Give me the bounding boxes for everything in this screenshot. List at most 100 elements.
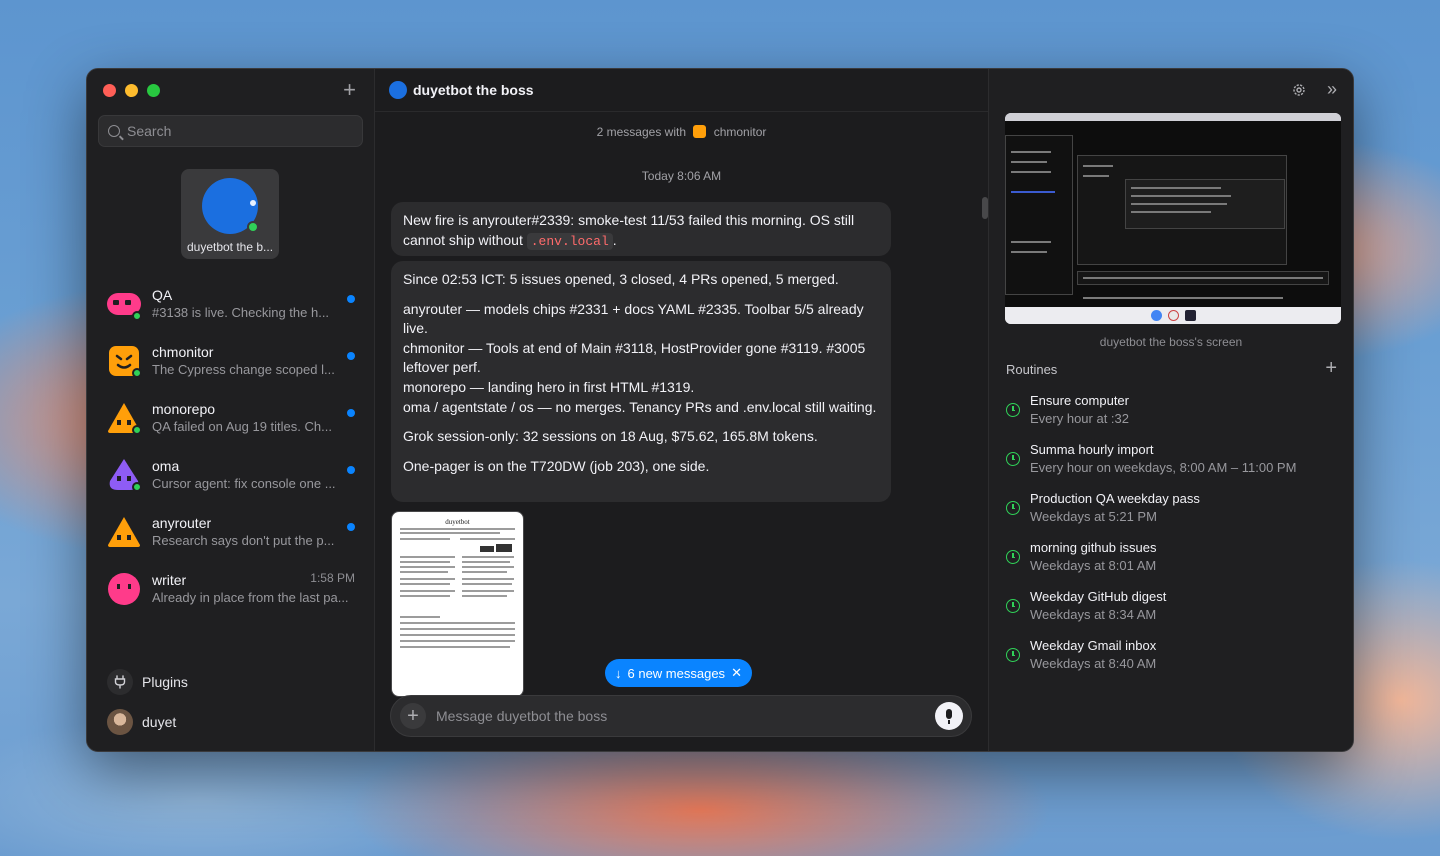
chat-item-writer[interactable]: writer Already in place from the last pa… [87, 560, 375, 617]
chat-timestamp: 1:58 PM [310, 571, 355, 585]
clock-icon [1006, 599, 1020, 613]
message-text: New fire is anyrouter#2339: smoke-test 1… [403, 212, 855, 248]
chat-item-qa[interactable]: QA #3138 is live. Checking the h... [87, 275, 375, 332]
routine-item[interactable]: Summa hourly import Every hour on weekda… [1006, 439, 1336, 479]
add-routine-plus-icon[interactable]: + [1325, 357, 1337, 380]
search-input[interactable] [127, 123, 347, 139]
chat-item-anyrouter[interactable]: anyrouter Research says don't put the p.… [87, 503, 375, 560]
message-bubble: Since 02:53 ICT: 5 issues opened, 3 clos… [391, 261, 891, 502]
meta-contact[interactable]: chmonitor [714, 125, 767, 139]
inline-code: .env.local [526, 232, 613, 250]
routine-title: Weekday Gmail inbox [1030, 638, 1157, 653]
online-indicator [132, 367, 142, 378]
chat-preview: QA failed on Aug 19 titles. Ch... [152, 418, 332, 434]
chmonitor-mini-icon [693, 125, 707, 138]
routine-schedule: Weekdays at 8:34 AM [1030, 607, 1157, 622]
message-line: monorepo — landing hero in first HTML #1… [403, 378, 695, 395]
routine-item[interactable]: Production QA weekday pass Weekdays at 5… [1006, 488, 1336, 528]
plugins-button[interactable]: Plugins [107, 669, 188, 695]
routine-item[interactable]: morning github issues Weekdays at 8:01 A… [1006, 537, 1336, 577]
user-profile-button[interactable]: duyet [107, 709, 176, 735]
routine-title: Weekday GitHub digest [1030, 589, 1167, 604]
routine-item[interactable]: Ensure computer Every hour at :32 [1006, 390, 1336, 430]
message-paragraph: One-pager is on the T720DW (job 203), on… [403, 457, 710, 474]
chat-header: duyetbot the boss [389, 81, 534, 99]
app-window: + duyetbot the b... [86, 68, 1354, 752]
minimize-window-button[interactable] [125, 84, 138, 97]
meta-prefix: 2 messages with [596, 125, 686, 139]
online-indicator [132, 424, 142, 435]
unread-indicator [347, 409, 355, 417]
collapse-panel-chevron-icon[interactable]: » [1327, 80, 1337, 98]
pinned-chat-name: duyetbot the b... [186, 240, 274, 254]
chmonitor-avatar-icon [106, 343, 142, 379]
routine-title: Summa hourly import [1030, 442, 1154, 457]
window-controls [103, 84, 160, 97]
routine-schedule: Weekdays at 8:40 AM [1030, 656, 1157, 671]
unread-indicator [347, 466, 355, 474]
plugins-label: Plugins [142, 674, 188, 690]
details-panel: » duyetbot the boss's screen Routines + … [989, 69, 1353, 751]
routine-title: Ensure computer [1030, 393, 1129, 408]
avatar [389, 81, 407, 99]
message-paragraph: Grok session-only: 32 sessions on 18 Aug… [403, 428, 818, 445]
message-input[interactable] [436, 708, 935, 724]
user-name: duyet [142, 714, 177, 730]
chat-name: chmonitor [152, 343, 214, 360]
routine-item[interactable]: Weekday GitHub digest Weekdays at 8:34 A… [1006, 586, 1336, 626]
chat-preview: The Cypress change scoped l... [152, 361, 335, 377]
search-icon [108, 125, 120, 137]
unread-indicator [347, 352, 355, 360]
routine-schedule: Every hour at :32 [1030, 411, 1129, 426]
chat-panel: duyetbot the boss 2 messages with chmoni… [375, 69, 989, 751]
screen-terminal [1005, 121, 1341, 307]
chat-item-oma[interactable]: oma Cursor agent: fix console one ... [87, 446, 375, 503]
chat-item-chmonitor[interactable]: chmonitor The Cypress change scoped l... [87, 332, 375, 389]
routine-schedule: Weekdays at 5:21 PM [1030, 509, 1157, 524]
chat-preview: Research says don't put the p... [152, 532, 335, 548]
routine-title: Production QA weekday pass [1030, 491, 1200, 506]
new-messages-pill[interactable]: ↓ 6 new messages ✕ [605, 659, 752, 687]
dismiss-close-icon[interactable]: ✕ [731, 665, 742, 681]
close-window-button[interactable] [103, 84, 116, 97]
online-indicator [247, 221, 259, 233]
chat-preview: Already in place from the last pa... [152, 589, 349, 605]
message-paragraph: Since 02:53 ICT: 5 issues opened, 3 clos… [403, 271, 839, 287]
message-line: chmonitor — Tools at end of Main #3118, … [403, 339, 866, 376]
writer-avatar-icon [106, 571, 142, 607]
chat-name: monorepo [152, 400, 216, 417]
message-composer: + [390, 695, 972, 737]
clock-icon [1006, 403, 1020, 417]
scrollbar-thumb[interactable] [982, 197, 988, 219]
message-line: oma / agentstate / os — no merges. Tenan… [403, 398, 877, 415]
maximize-window-button[interactable] [147, 84, 160, 97]
attach-plus-icon[interactable]: + [400, 703, 426, 729]
gear-icon[interactable] [1291, 82, 1307, 98]
screen-dock [1005, 307, 1341, 324]
message-bubble: New fire is anyrouter#2339: smoke-test 1… [391, 202, 891, 256]
new-chat-plus-icon[interactable]: + [343, 79, 356, 101]
date-separator: Today 8:06 AM [641, 169, 722, 183]
new-messages-label: 6 new messages [627, 665, 726, 681]
unread-indicator [347, 523, 355, 531]
screen-caption: duyetbot the boss's screen [1099, 335, 1243, 349]
pinned-chat-duyetbot[interactable]: duyetbot the b... [181, 169, 279, 259]
routine-schedule: Every hour on weekdays, 8:00 AM – 11:00 … [1030, 460, 1297, 475]
oma-avatar-icon [106, 457, 142, 493]
chat-title: duyetbot the boss [413, 82, 534, 98]
chat-list: QA #3138 is live. Checking the h... chmo… [87, 275, 375, 617]
search-box[interactable] [98, 115, 363, 147]
routine-schedule: Weekdays at 8:01 AM [1030, 558, 1157, 573]
microphone-icon[interactable] [935, 702, 963, 730]
routine-item[interactable]: Weekday Gmail inbox Weekdays at 8:40 AM [1006, 635, 1336, 675]
message-line: anyrouter — models chips #2331 + docs YA… [403, 300, 864, 337]
screen-preview[interactable] [1005, 113, 1341, 324]
clock-icon [1006, 452, 1020, 466]
screen-menubar [1005, 113, 1341, 121]
chat-preview: #3138 is live. Checking the h... [152, 304, 330, 320]
document-attachment[interactable]: duyetbot [391, 511, 524, 697]
monorepo-avatar-icon [106, 400, 142, 436]
divider [375, 111, 988, 112]
message-suffix: . [612, 231, 617, 248]
chat-item-monorepo[interactable]: monorepo QA failed on Aug 19 titles. Ch.… [87, 389, 375, 446]
